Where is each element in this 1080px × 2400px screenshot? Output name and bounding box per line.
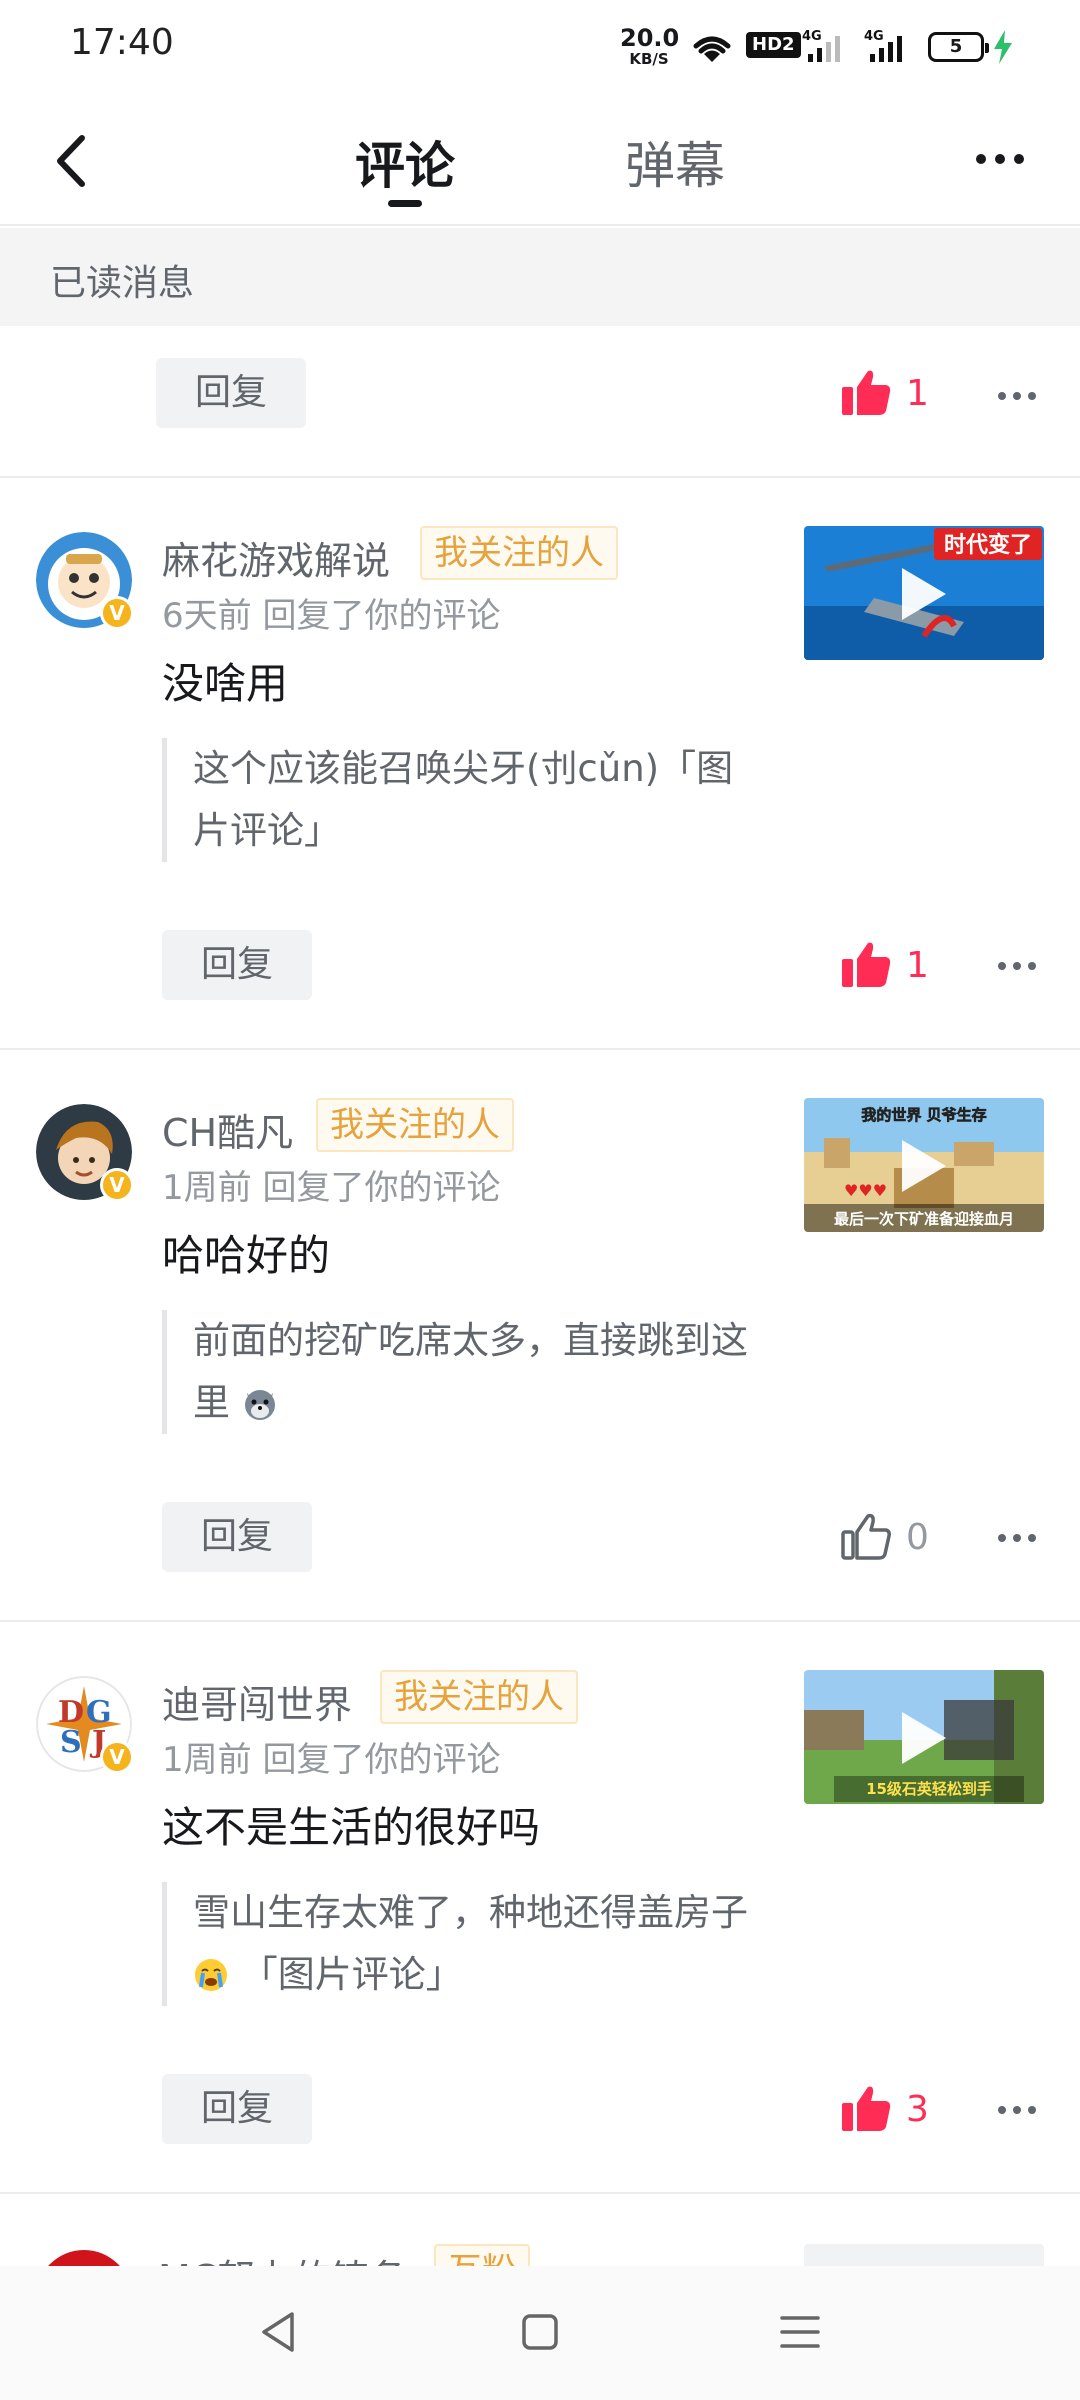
thumbnail-caption: 时代变了 [944, 532, 1032, 558]
play-icon [902, 1140, 946, 1192]
nav-back-icon[interactable] [250, 2302, 310, 2362]
signal-label: 4G [802, 29, 822, 44]
like-count: 0 [906, 1516, 929, 1558]
comment-card-partial: 回复 1 [0, 326, 1080, 478]
user-name[interactable]: 麻花游戏解说 [162, 530, 390, 585]
video-thumbnail[interactable] [804, 2244, 1044, 2266]
comment-more-icon[interactable] [998, 2100, 1042, 2120]
follow-tag: 互粉 [434, 2244, 530, 2266]
thumbs-up-outline-icon [841, 1513, 891, 1560]
quoted-text: 这个应该能召唤尖牙(刌cǔn)「图片评论」 [193, 747, 734, 852]
tab-danmaku[interactable]: 弹幕 [625, 126, 725, 198]
reply-content[interactable]: 这不是生活的很好吗 [162, 1794, 540, 1855]
thumbs-up-icon [842, 2086, 891, 2131]
nav-home-icon[interactable] [510, 2302, 570, 2362]
follow-tag: 我关注的人 [420, 526, 618, 580]
comment-card-partial: MC努力的铸备 互粉 [0, 2196, 1080, 2266]
like-count: 3 [906, 2088, 929, 2130]
network-speed: 20.0 KB/S [620, 24, 680, 68]
reply-button[interactable]: 回复 [162, 1502, 312, 1572]
reply-content[interactable]: 哈哈好的 [162, 1222, 330, 1283]
quoted-comment[interactable]: 前面的挖矿吃席太多，直接跳到这里 [162, 1310, 762, 1434]
comment-meta: 1周前 回复了你的评论 [162, 1168, 501, 1208]
crying-emoji-icon [195, 1959, 227, 1991]
comment-meta: 1周前 回复了你的评论 [162, 1740, 501, 1780]
thumbnail-caption: 15级石英轻松到手 [866, 1780, 992, 1798]
svg-text:S: S [60, 1725, 82, 1760]
network-speed-unit: KB/S [629, 50, 669, 68]
user-name[interactable]: MC努力的铸备 [158, 2248, 407, 2266]
video-thumbnail[interactable]: 我的世界 贝爷生存 ♥♥♥ 最后一次下矿准备迎接血月 [804, 1098, 1044, 1232]
thumbnail-subcaption: 最后一次下矿准备迎接血月 [834, 1210, 1014, 1228]
signal-label: 4G [864, 29, 884, 44]
back-arrow-icon[interactable] [44, 126, 104, 196]
play-icon [902, 568, 946, 620]
header: 评论 弹幕 [0, 96, 1080, 226]
verified-badge-icon: V [100, 1168, 134, 1202]
like-count: 1 [906, 372, 929, 414]
user-name[interactable]: 迪哥闯世界 [162, 1674, 352, 1729]
user-name[interactable]: CH酷凡 [162, 1102, 293, 1157]
like-button[interactable]: 1 [840, 930, 929, 1000]
reply-button[interactable]: 回复 [162, 930, 312, 1000]
avatar[interactable] [36, 2250, 132, 2266]
reply-button[interactable]: 回复 [156, 358, 306, 428]
follow-tag: 我关注的人 [380, 1670, 578, 1724]
tab-comments[interactable]: 评论 [355, 126, 455, 198]
comment-card: D G S J V 迪哥闯世界 我关注的人 1周前 回复了你的评论 这不是生活的… [0, 1622, 1080, 2194]
wolf-emoji-icon [244, 1390, 275, 1420]
comment-meta: 6天前 回复了你的评论 [162, 596, 501, 636]
svg-text:♥♥♥: ♥♥♥ [844, 1181, 887, 1200]
cellular-signal-icon: 4G [864, 29, 902, 62]
like-button[interactable]: 1 [840, 358, 929, 428]
quoted-text: 雪山生存太难了，种地还得盖房子 [193, 1891, 748, 1934]
like-button[interactable]: 0 [840, 1502, 929, 1572]
reply-button[interactable]: 回复 [162, 2074, 312, 2144]
thumbs-up-icon [842, 370, 891, 415]
tab-indicator [388, 200, 422, 207]
quoted-comment[interactable]: 这个应该能召唤尖牙(刌cǔn)「图片评论」 [162, 738, 762, 862]
video-thumbnail[interactable]: 15级石英轻松到手 [804, 1670, 1044, 1804]
video-thumbnail[interactable]: 时代变了 [804, 526, 1044, 660]
comment-more-icon[interactable] [998, 956, 1042, 976]
charging-icon [994, 30, 1012, 64]
more-options-icon[interactable] [976, 144, 1036, 174]
quoted-comment[interactable]: 雪山生存太难了，种地还得盖房子 「图片评论」 [162, 1882, 762, 2006]
quoted-suffix: 「图片评论」 [240, 1953, 463, 1996]
battery-indicator: 5 [928, 32, 989, 62]
comment-more-icon[interactable] [998, 1528, 1042, 1548]
system-nav-bar [0, 2266, 1080, 2400]
status-time: 17:40 [70, 22, 174, 63]
status-bar: 17:40 20.0 KB/S HD2 4G 4G 5 [0, 0, 1080, 96]
comment-more-icon[interactable] [998, 386, 1042, 406]
reply-content[interactable]: 没啥用 [162, 650, 288, 711]
comment-card: V CH酷凡 我关注的人 1周前 回复了你的评论 哈哈好的 前面的挖矿吃席太多，… [0, 1050, 1080, 1622]
thumbs-up-icon [842, 942, 891, 987]
network-speed-value: 20.0 [620, 24, 680, 52]
section-header: 已读消息 [0, 228, 1080, 326]
play-icon [902, 1712, 946, 1764]
nav-recents-icon[interactable] [770, 2302, 830, 2362]
follow-tag: 我关注的人 [316, 1098, 514, 1152]
section-title: 已读消息 [50, 263, 195, 304]
cellular-signal-icon: 4G [802, 29, 840, 62]
like-button[interactable]: 3 [840, 2074, 929, 2144]
like-count: 1 [906, 944, 929, 986]
hd-voice-badge: HD2 [746, 32, 801, 58]
wifi-icon [693, 36, 731, 62]
thumbnail-caption: 我的世界 贝爷生存 [861, 1106, 986, 1124]
verified-badge-icon: V [100, 1740, 134, 1774]
verified-badge-icon: V [100, 596, 134, 630]
comment-card: V 麻花游戏解说 我关注的人 6天前 回复了你的评论 没啥用 这个应该能召唤尖牙… [0, 478, 1080, 1050]
